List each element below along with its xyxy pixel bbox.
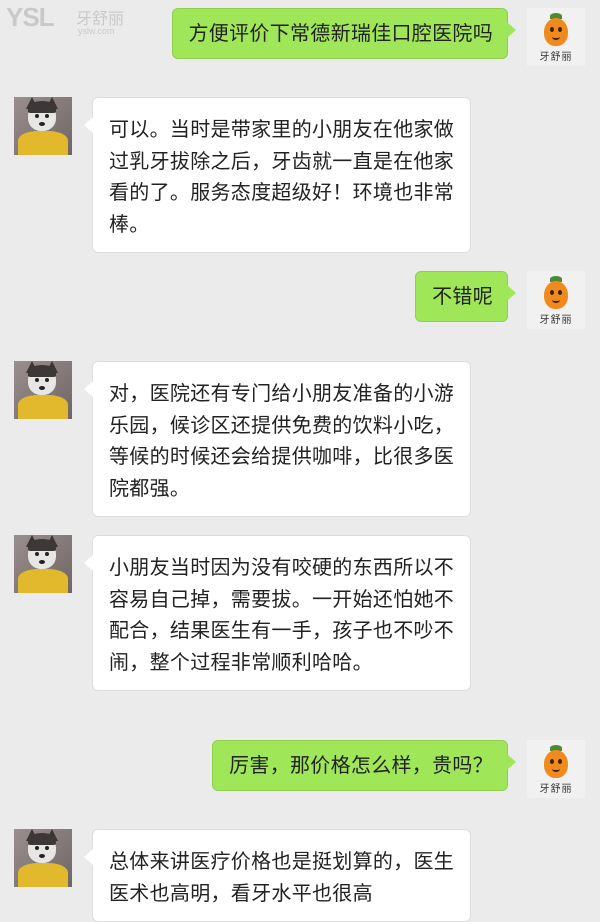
contact-avatar[interactable] — [14, 829, 72, 887]
my-avatar[interactable]: 牙舒丽 — [527, 8, 585, 66]
my-message-bubble[interactable]: 不错呢 — [415, 271, 516, 322]
my-message-bubble[interactable]: 方便评价下常德新瑞佳口腔医院吗 — [171, 8, 516, 59]
my-avatar[interactable]: 牙舒丽 — [527, 271, 585, 329]
avatar-caption: 牙舒丽 — [539, 315, 573, 326]
watermark-url: yslw.com — [78, 26, 115, 36]
carrot-avatar-icon: 牙舒丽 — [527, 271, 585, 329]
watermark-logo: YSL 牙舒丽 yslw.com — [6, 2, 124, 36]
husky-avatar-icon — [14, 97, 72, 155]
avatar-caption: 牙舒丽 — [539, 784, 573, 795]
husky-avatar-icon — [14, 829, 72, 887]
husky-avatar-icon — [14, 535, 72, 593]
watermark-brand: YSL — [6, 2, 55, 32]
avatar-caption: 牙舒丽 — [539, 52, 573, 63]
contact-message-bubble[interactable]: 总体来讲医疗价格也是挺划算的，医生医术也高明，看牙水平也很高 — [84, 829, 471, 922]
carrot-avatar-icon: 牙舒丽 — [527, 740, 585, 798]
contact-avatar[interactable] — [14, 361, 72, 419]
my-avatar[interactable]: 牙舒丽 — [527, 740, 585, 798]
my-message-bubble[interactable]: 厉害，那价格怎么样，贵吗？ — [212, 740, 516, 791]
contact-avatar[interactable] — [14, 97, 72, 155]
contact-message-bubble[interactable]: 可以。当时是带家里的小朋友在他家做过乳牙拔除之后，牙齿就一直是在他家看的了。服务… — [84, 97, 471, 253]
contact-avatar[interactable] — [14, 535, 72, 593]
carrot-avatar-icon: 牙舒丽 — [527, 8, 585, 66]
husky-avatar-icon — [14, 361, 72, 419]
contact-message-bubble[interactable]: 对，医院还有专门给小朋友准备的小游乐园，候诊区还提供免费的饮料小吃，等候的时候还… — [84, 361, 471, 517]
contact-message-bubble[interactable]: 小朋友当时因为没有咬硬的东西所以不容易自己掉，需要拔。一开始还怕她不配合，结果医… — [84, 535, 471, 691]
